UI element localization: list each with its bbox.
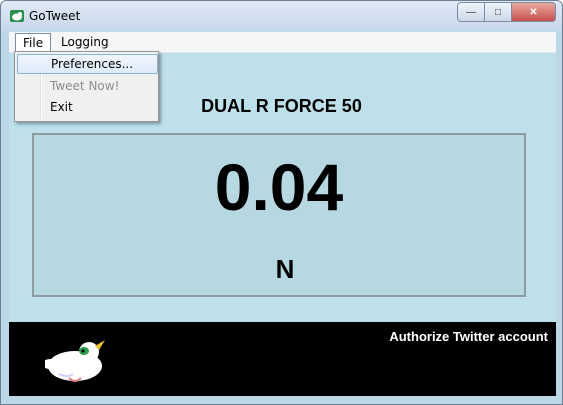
menu-item-preferences[interactable]: Preferences... [17, 54, 158, 74]
menu-item-label: Exit [50, 100, 73, 114]
close-button[interactable]: ✕ [511, 2, 556, 22]
window-title: GoTweet [29, 9, 81, 23]
authorize-twitter-link[interactable]: Authorize Twitter account [389, 329, 548, 344]
menu-item-label: Preferences... [51, 57, 134, 71]
close-icon: ✕ [529, 6, 538, 18]
minimize-icon: — [466, 6, 476, 18]
menu-bar: File Logging [9, 32, 556, 53]
maximize-icon: □ [494, 6, 502, 18]
menu-file[interactable]: File [15, 33, 52, 53]
minimize-button[interactable]: — [457, 2, 485, 22]
reading-unit: N [275, 254, 295, 284]
footer-bar: Authorize Twitter account [9, 322, 556, 396]
menu-logging[interactable]: Logging [54, 33, 116, 51]
reading-value: 0.04 [214, 150, 344, 224]
menu-item-tweet-now: Tweet Now! [17, 76, 156, 96]
maximize-button[interactable]: □ [484, 2, 512, 22]
bird-logo-icon [45, 340, 105, 382]
menu-item-label: Tweet Now! [50, 79, 120, 93]
gotweet-app-icon [10, 10, 24, 22]
menu-item-exit[interactable]: Exit [17, 97, 156, 117]
file-menu-dropdown: Preferences... Tweet Now! Exit [14, 51, 159, 122]
title-bar: GoTweet — □ ✕ [1, 1, 562, 31]
readout-panel: 0.04 N [32, 133, 526, 297]
window-controls: — □ ✕ [457, 2, 556, 22]
